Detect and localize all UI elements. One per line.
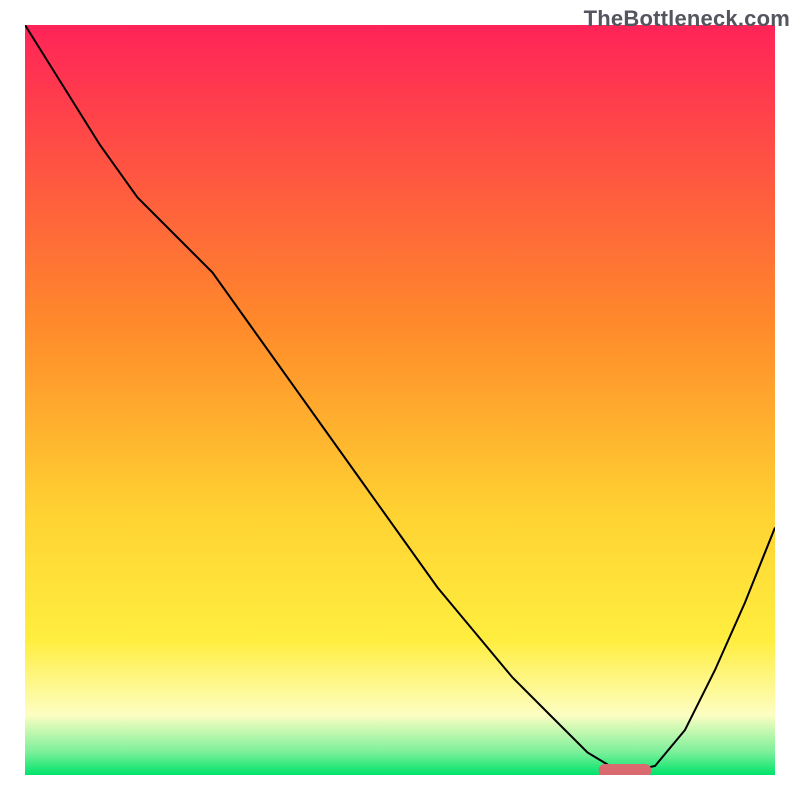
chart-container: TheBottleneck.com: [0, 0, 800, 800]
gradient-background: [25, 25, 775, 775]
watermark-label: TheBottleneck.com: [584, 6, 790, 32]
bottleneck-chart: [0, 0, 800, 800]
